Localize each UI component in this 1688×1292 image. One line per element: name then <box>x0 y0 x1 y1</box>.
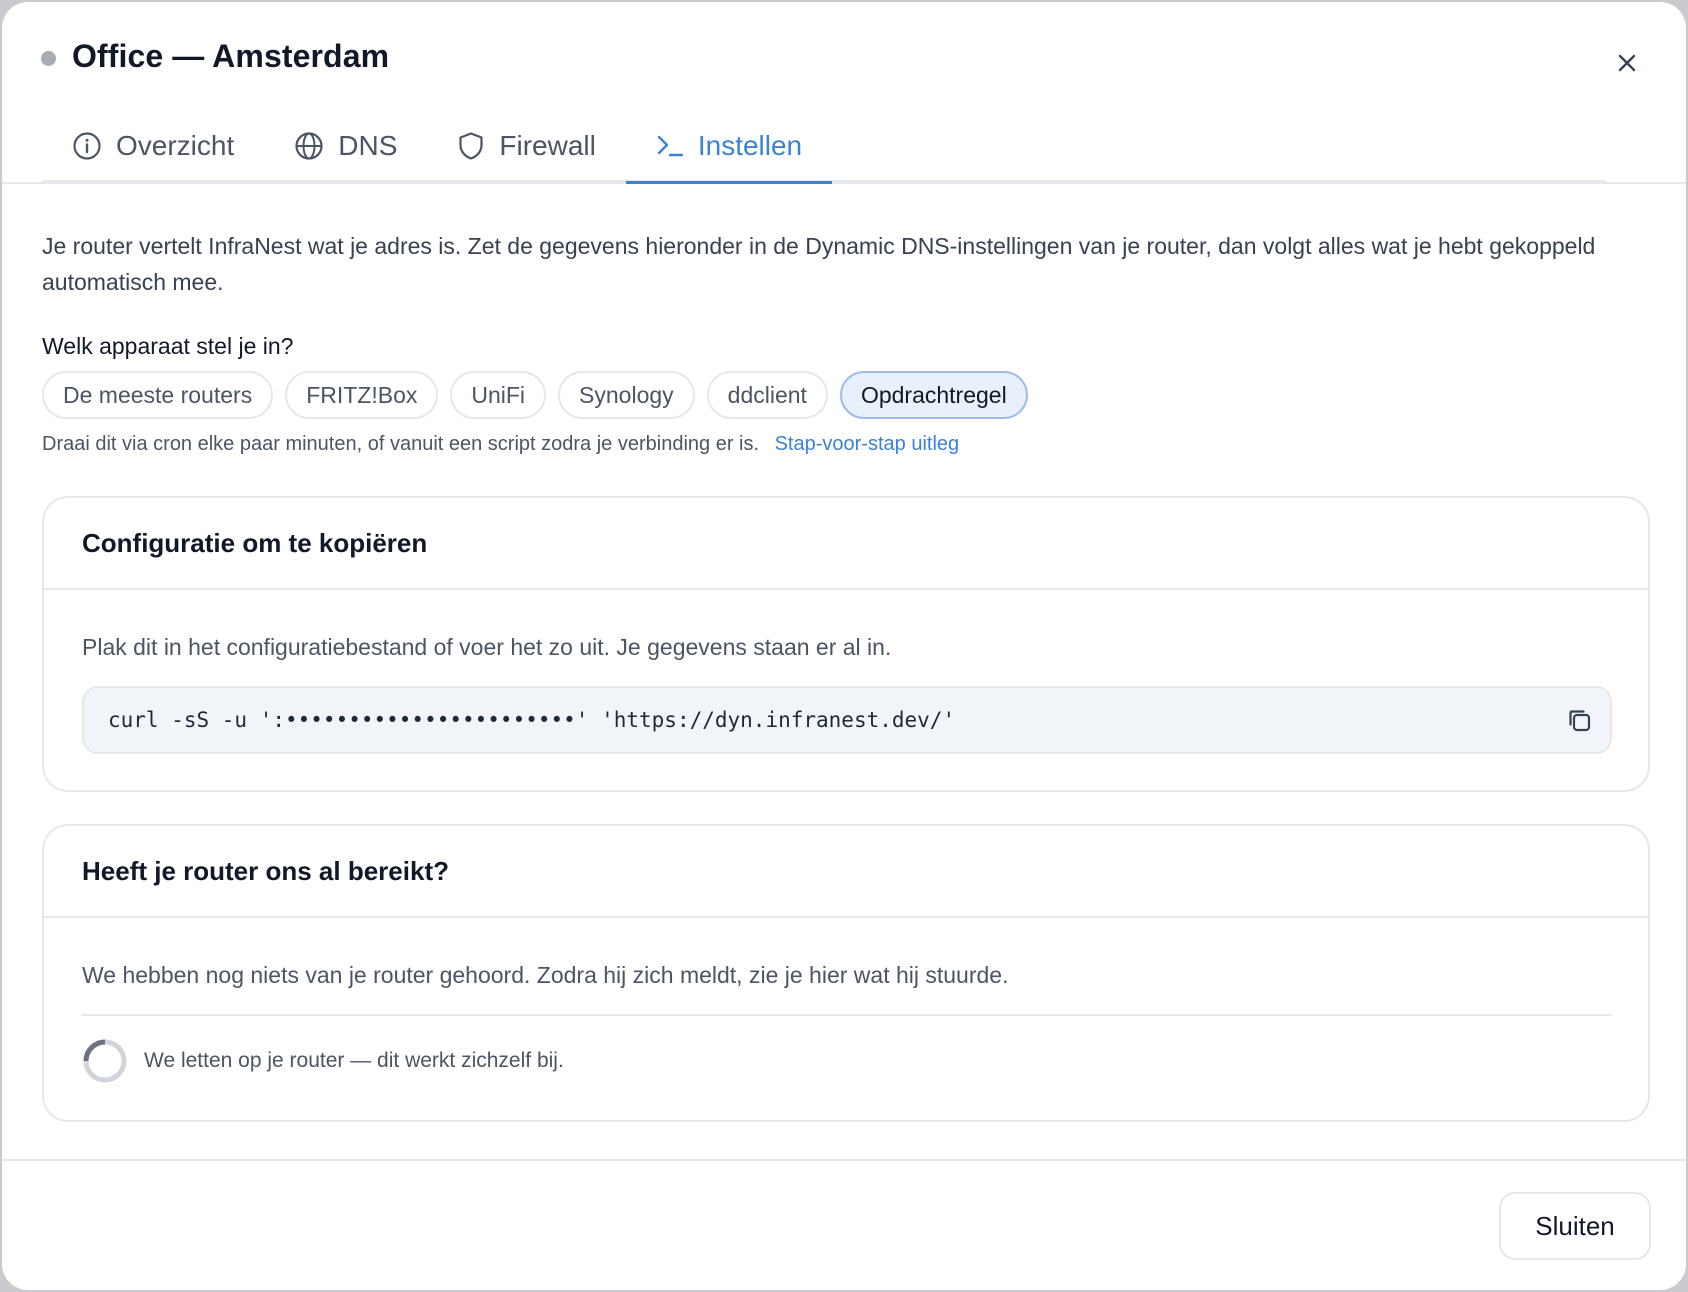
config-card: Configuratie om te kopiëren Plak dit in … <box>42 496 1650 792</box>
page-title: Office — Amsterdam <box>72 38 390 74</box>
intro-text: Je router vertelt InfraNest wat je adres… <box>42 233 1596 295</box>
device-option-commandline[interactable]: Opdrachtregel <box>839 371 1028 419</box>
status-card-title: Heeft je router ons al bereikt? <box>44 826 1648 918</box>
tab-label: Instellen <box>697 130 803 161</box>
tab-dns[interactable]: DNS <box>264 110 427 182</box>
info-icon <box>73 132 101 160</box>
code-block: curl -sS -u ':•••••••••••••••••••••••' '… <box>82 686 1612 754</box>
config-card-description: Plak dit in het configuratiebestand of v… <box>82 634 892 660</box>
copy-icon <box>1569 710 1591 732</box>
config-card-title: Configuratie om te kopiëren <box>44 498 1648 590</box>
code-text[interactable]: curl -sS -u ':•••••••••••••••••••••••' '… <box>108 708 955 732</box>
hint-text: Draai dit via cron elke paar minuten, of… <box>42 433 760 455</box>
dialog: Office — Amsterdam Overzicht DNS Firewal… <box>2 2 1686 1290</box>
close-dialog-button[interactable]: Sluiten <box>1499 1192 1651 1260</box>
tab-bar: Overzicht DNS Firewall Instellen <box>42 110 1606 184</box>
device-option-synology[interactable]: Synology <box>558 371 695 419</box>
tab-label: Overzicht <box>116 130 235 161</box>
device-option-routers[interactable]: De meeste routers <box>42 371 274 419</box>
device-option-ddclient[interactable]: ddclient <box>706 371 828 419</box>
copy-button[interactable] <box>1562 703 1596 737</box>
status-card-description: We hebben nog niets van je router gehoor… <box>82 962 1009 988</box>
dialog-header: Office — Amsterdam Overzicht DNS Firewal… <box>2 2 1686 184</box>
step-by-step-link[interactable]: Stap-voor-stap uitleg <box>775 433 960 455</box>
tab-label: Firewall <box>499 130 596 161</box>
divider <box>82 1014 1612 1016</box>
close-icon <box>1618 54 1636 72</box>
footer-divider <box>2 1159 1686 1161</box>
device-picker-label: Welk apparaat stel je in? <box>42 333 294 359</box>
close-button[interactable] <box>1608 44 1646 82</box>
device-option-fritzbox[interactable]: FRITZ!Box <box>285 371 439 419</box>
spinner-icon <box>83 1039 127 1083</box>
shield-icon <box>459 132 483 160</box>
status-card: Heeft je router ons al bereikt? We hebbe… <box>42 824 1650 1122</box>
status-row: We letten op je router — dit werkt zichz… <box>82 1038 564 1084</box>
tab-overzicht[interactable]: Overzicht <box>42 110 264 182</box>
globe-icon <box>295 132 323 160</box>
hint: Draai dit via cron elke paar minuten, of… <box>42 433 959 456</box>
terminal-icon <box>657 135 684 157</box>
tab-firewall[interactable]: Firewall <box>427 110 625 182</box>
tab-label: DNS <box>338 130 398 161</box>
status-text: We letten op je router — dit werkt zichz… <box>144 1049 564 1072</box>
status-dot <box>41 51 56 66</box>
device-picker: De meeste routers FRITZ!Box UniFi Synolo… <box>42 371 1028 419</box>
device-option-unifi[interactable]: UniFi <box>450 371 547 419</box>
tab-instellen[interactable]: Instellen <box>625 110 833 184</box>
